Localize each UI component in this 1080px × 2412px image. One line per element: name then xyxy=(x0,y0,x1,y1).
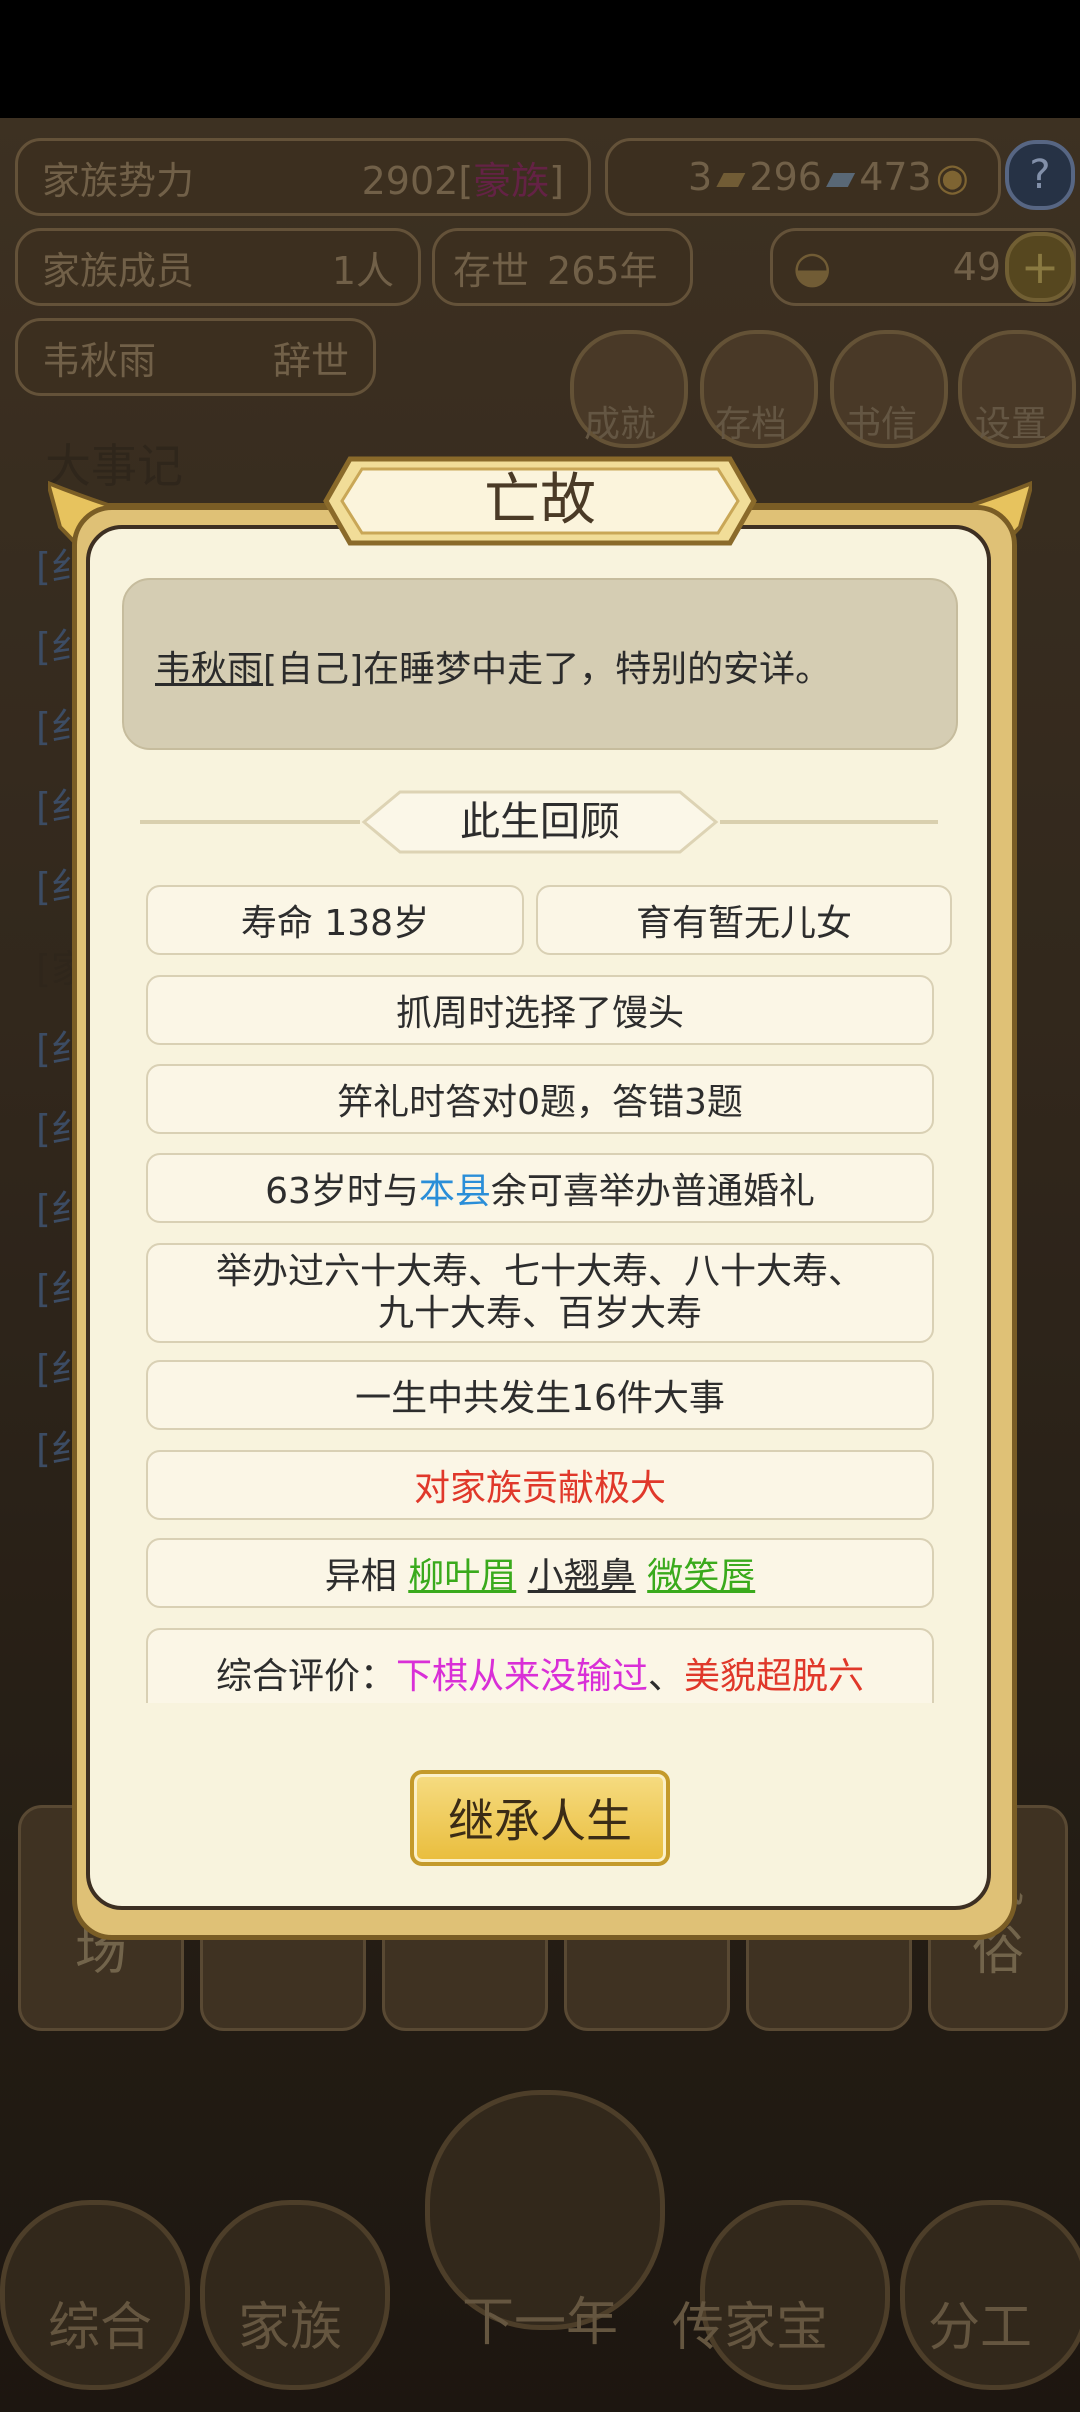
children-card: 育有暂无儿女 xyxy=(536,885,952,955)
feature-eyebrow[interactable]: 柳叶眉 xyxy=(408,1547,516,1599)
divider-right xyxy=(720,820,938,824)
death-message: 韦秋雨[自己]在睡梦中走了，特别的安详。 xyxy=(155,640,831,692)
contribution-text: 对家族贡献极大 xyxy=(413,1468,666,1509)
overall-card: 综合评价： 下棋从来没输过、美貌超脱六 xyxy=(146,1628,934,1703)
zhuazhou-card: 抓周时选择了馒头 xyxy=(146,975,934,1045)
marriage-pre: 63岁时与 xyxy=(265,1171,419,1212)
marriage-card: 63岁时与 本县 余可喜举办普通婚礼 xyxy=(146,1153,934,1223)
jili-card: 笄礼时答对0题，答错3题 xyxy=(146,1064,934,1134)
birthdays-line1: 举办过六十大寿、七十大寿、八十大寿、 xyxy=(215,1251,864,1292)
overall-label: 综合评价： xyxy=(215,1656,396,1697)
overall-separator: 、 xyxy=(648,1656,685,1697)
events-count-card: 一生中共发生16件大事 xyxy=(146,1360,934,1430)
overall-trait-1: 下棋从来没输过 xyxy=(395,1656,648,1697)
dialog-title: 亡故 xyxy=(484,468,596,533)
review-list-clip: 综合评价： 下棋从来没输过、美貌超脱六 xyxy=(140,1625,940,1703)
overall-trait-2: 美貌超脱六 xyxy=(684,1656,865,1697)
status-bar xyxy=(0,0,1080,118)
feature-nose[interactable]: 小翘鼻 xyxy=(528,1547,636,1599)
lifespan-card: 寿命 138岁 xyxy=(146,885,524,955)
features-card: 异相 柳叶眉 小翘鼻 微笑唇 xyxy=(146,1538,934,1608)
features-label: 异相 xyxy=(324,1556,397,1597)
divider-left xyxy=(140,820,360,824)
review-title: 此生回顾 xyxy=(460,799,620,845)
contribution-card: 对家族贡献极大 xyxy=(146,1450,934,1520)
deceased-name[interactable]: 韦秋雨 xyxy=(155,649,263,690)
birthdays-line2: 九十大寿、百岁大寿 xyxy=(377,1293,702,1334)
marriage-place: 本县 xyxy=(418,1171,491,1212)
death-message-text: [自己]在睡梦中走了，特别的安详。 xyxy=(263,649,832,690)
inherit-life-button[interactable]: 继承人生 xyxy=(410,1770,670,1866)
marriage-post: 余可喜举办普通婚礼 xyxy=(490,1171,815,1212)
birthdays-card: 举办过六十大寿、七十大寿、八十大寿、 九十大寿、百岁大寿 xyxy=(146,1243,934,1343)
feature-lips[interactable]: 微笑唇 xyxy=(647,1547,755,1599)
